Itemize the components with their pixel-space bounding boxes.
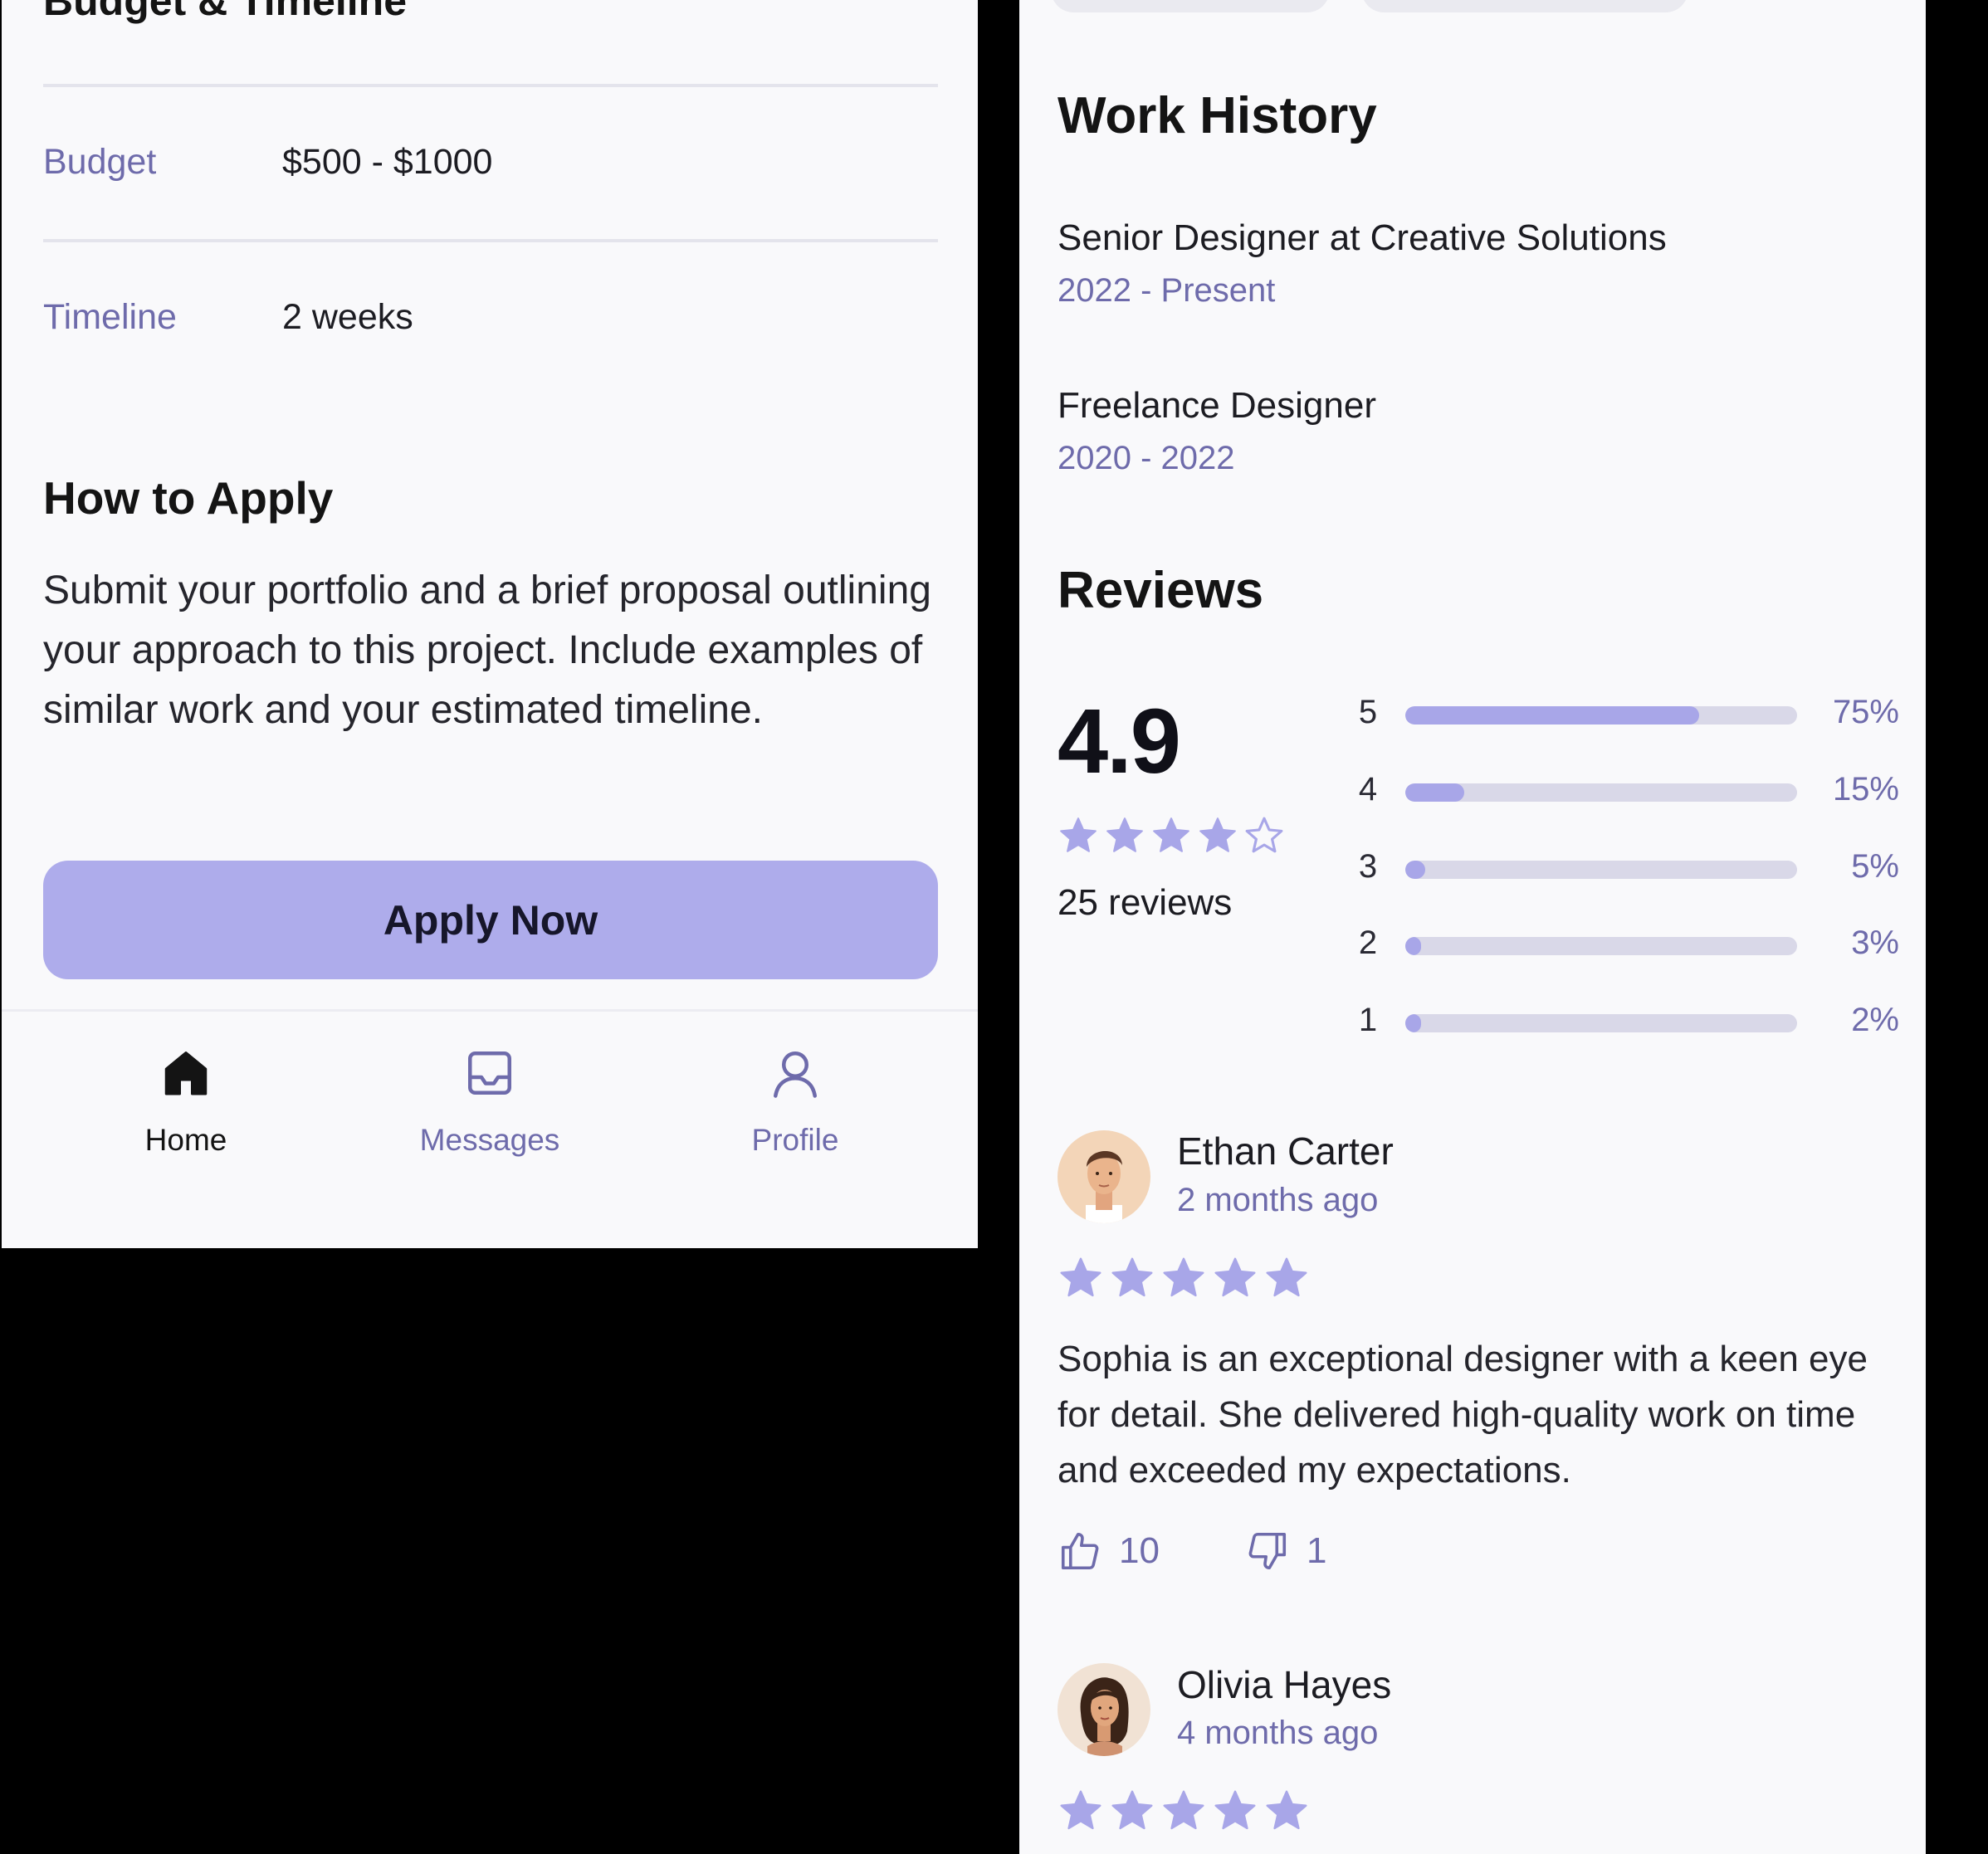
reviewer-name: Ethan Carter xyxy=(1177,1129,1394,1173)
star-filled-icon xyxy=(1266,1257,1307,1297)
star-filled-icon xyxy=(1060,1790,1101,1830)
distribution-bar-track xyxy=(1405,783,1797,802)
distribution-bar-track xyxy=(1405,706,1797,725)
star-filled-icon xyxy=(1214,1790,1256,1830)
timeline-label: Timeline xyxy=(43,297,177,337)
male-avatar-icon xyxy=(1057,1130,1150,1223)
star-filled-icon xyxy=(1111,1790,1153,1830)
screenshot-stage: Budget & Timeline Budget $500 - $1000 Ti… xyxy=(0,0,1988,1854)
star-filled-icon xyxy=(1163,1790,1204,1830)
review-time: 4 months ago xyxy=(1177,1715,1379,1751)
distribution-bar-fill xyxy=(1405,706,1699,725)
rating-distribution-row: 5 75% xyxy=(1351,694,1899,735)
reviews-count: 25 reviews xyxy=(1057,882,1233,923)
work-history-heading: Work History xyxy=(1057,87,1377,144)
reviews-heading: Reviews xyxy=(1057,562,1264,619)
bottom-nav: Home Messages Profile xyxy=(2,1009,978,1248)
job-title: Freelance Designer xyxy=(1057,385,1376,426)
nav-profile-label: Profile xyxy=(751,1123,839,1157)
inbox-icon xyxy=(468,1051,511,1095)
distribution-bar-fill xyxy=(1405,937,1421,955)
star-level-label: 2 xyxy=(1358,925,1378,961)
job-details-screen: Budget & Timeline Budget $500 - $1000 Ti… xyxy=(2,0,978,1248)
dislike-button[interactable]: 1 xyxy=(1245,1529,1326,1573)
star-filled-icon xyxy=(1163,1257,1204,1297)
star-filled-icon xyxy=(1060,1257,1101,1297)
nav-profile[interactable]: Profile xyxy=(687,1048,903,1158)
star-level-label: 4 xyxy=(1358,771,1378,807)
thumbs-down-icon xyxy=(1248,1532,1287,1570)
like-count: 10 xyxy=(1119,1530,1160,1571)
star-level-label: 3 xyxy=(1358,848,1378,885)
rating-distribution-row: 1 2% xyxy=(1351,1002,1899,1043)
nav-home-label: Home xyxy=(144,1123,227,1157)
star-filled-icon xyxy=(1199,817,1236,852)
distribution-bar-track xyxy=(1405,861,1797,879)
average-rating: 4.9 xyxy=(1057,690,1181,793)
nav-home[interactable]: Home xyxy=(78,1048,294,1158)
freelancer-profile-screen: Work History Senior Designer at Creative… xyxy=(1019,0,1926,1854)
star-level-label: 1 xyxy=(1358,1002,1378,1038)
rating-distribution-row: 3 5% xyxy=(1351,848,1899,890)
average-rating-stars xyxy=(1057,815,1285,856)
user-icon xyxy=(774,1051,817,1098)
rating-distribution-row: 4 15% xyxy=(1351,771,1899,812)
timeline-value: 2 weeks xyxy=(282,297,413,337)
divider xyxy=(43,239,938,242)
apply-now-button[interactable]: Apply Now xyxy=(43,861,938,979)
thumbs-up-icon xyxy=(1061,1532,1099,1570)
review-stars xyxy=(1057,1788,1310,1834)
star-filled-icon xyxy=(1153,817,1189,852)
distribution-bar-fill xyxy=(1405,1014,1421,1032)
tab-pill[interactable] xyxy=(1361,0,1688,12)
like-button[interactable]: 10 xyxy=(1057,1529,1160,1573)
distribution-bar-track xyxy=(1405,937,1797,955)
how-to-apply-text: Submit your portfolio and a brief propos… xyxy=(43,568,931,732)
tab-pill[interactable] xyxy=(1051,0,1330,12)
star-level-label: 5 xyxy=(1358,694,1378,730)
distribution-bar-fill xyxy=(1405,861,1425,879)
home-icon xyxy=(164,1051,208,1095)
star-filled-icon xyxy=(1060,817,1097,852)
budget-value: $500 - $1000 xyxy=(282,142,493,182)
distribution-percent: 15% xyxy=(1832,771,1899,807)
rating-distribution-row: 2 3% xyxy=(1351,925,1899,966)
star-filled-icon xyxy=(1214,1257,1256,1297)
star-filled-icon xyxy=(1106,817,1143,852)
distribution-percent: 3% xyxy=(1851,925,1899,961)
star-filled-icon xyxy=(1266,1790,1307,1830)
review-stars xyxy=(1057,1255,1310,1301)
star-filled-icon xyxy=(1111,1257,1153,1297)
distribution-bar-fill xyxy=(1405,783,1464,802)
reviewer-name: Olivia Hayes xyxy=(1177,1663,1392,1706)
budget-timeline-heading: Budget & Timeline xyxy=(43,0,408,24)
dislike-count: 1 xyxy=(1307,1530,1327,1571)
apply-now-label: Apply Now xyxy=(383,896,598,944)
divider xyxy=(43,84,938,87)
distribution-percent: 2% xyxy=(1851,1002,1899,1038)
star-outline-icon xyxy=(1245,817,1283,853)
reviewer-avatar[interactable] xyxy=(1057,1663,1150,1756)
female-avatar-icon xyxy=(1057,1663,1150,1756)
distribution-bar-track xyxy=(1405,1014,1797,1032)
reviewer-avatar[interactable] xyxy=(1057,1130,1150,1223)
distribution-percent: 75% xyxy=(1832,694,1899,730)
budget-label: Budget xyxy=(43,142,157,182)
review-time: 2 months ago xyxy=(1177,1182,1379,1218)
nav-messages-label: Messages xyxy=(419,1123,560,1157)
job-dates: 2022 - Present xyxy=(1057,272,1276,309)
how-to-apply-heading: How to Apply xyxy=(43,472,334,524)
nav-messages[interactable]: Messages xyxy=(382,1048,598,1158)
review-text: Sophia is an exceptional designer with a… xyxy=(1057,1339,1868,1491)
job-title: Senior Designer at Creative Solutions xyxy=(1057,217,1667,258)
distribution-percent: 5% xyxy=(1851,848,1899,885)
job-dates: 2020 - 2022 xyxy=(1057,440,1235,476)
